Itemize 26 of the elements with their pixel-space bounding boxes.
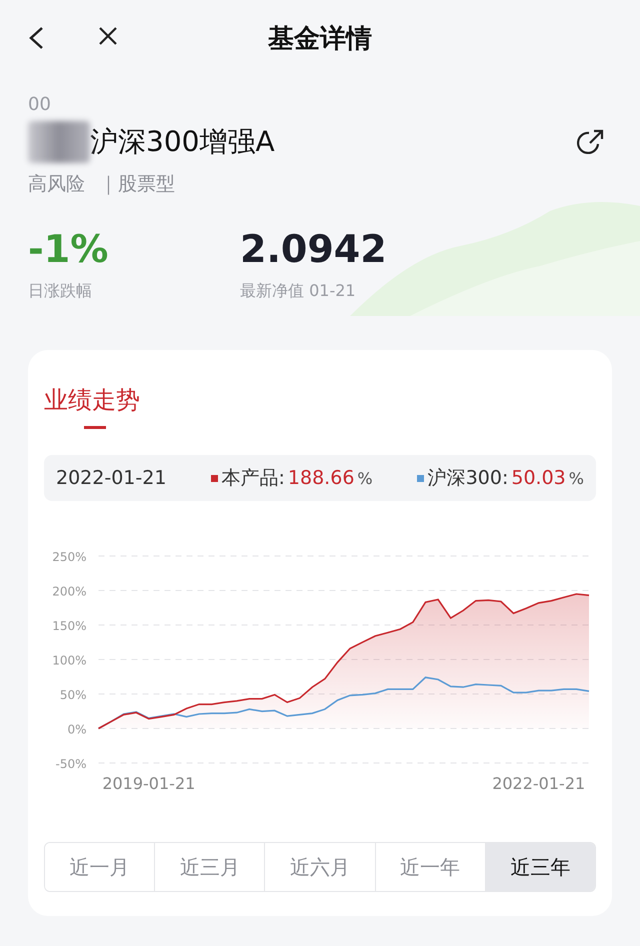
period-tab[interactable]: 近三年 (486, 843, 595, 891)
risk-tag: 高风险 (28, 171, 85, 197)
y-tick-label: 50% (60, 688, 86, 702)
net-value: 2.0942 (240, 227, 387, 271)
legend-item: 本产品:188.66% (222, 466, 373, 491)
stat-label: 最新净值 01-21 (240, 281, 356, 302)
x-tick-label: 2019-01-21 (102, 774, 196, 793)
y-tick-label: 250% (52, 550, 86, 564)
legend-date: 2022-01-21 (56, 467, 166, 489)
fund-code: 00 (28, 94, 51, 115)
x-tick-label: 2022-01-21 (492, 774, 586, 793)
page-title: 基金详情 (268, 22, 372, 56)
legend-item: 沪深300:50.03% (428, 466, 584, 491)
card-title: 业绩走势 (44, 385, 140, 416)
y-tick-label: 100% (52, 654, 86, 668)
y-tick-label: 0% (67, 722, 86, 736)
stat-label: 日涨跌幅 (28, 281, 92, 302)
y-tick-label: 200% (52, 584, 86, 598)
daily-change: -1% (28, 227, 108, 271)
y-tick-label: -50% (55, 757, 86, 771)
redaction-blur (28, 121, 90, 163)
fund-name: 沪深300增强A (90, 124, 275, 160)
y-tick-label: 150% (52, 619, 86, 633)
type-tag: ｜股票型 (99, 171, 175, 197)
period-tab[interactable]: 近一月 (45, 843, 156, 891)
title-underline (84, 426, 106, 429)
